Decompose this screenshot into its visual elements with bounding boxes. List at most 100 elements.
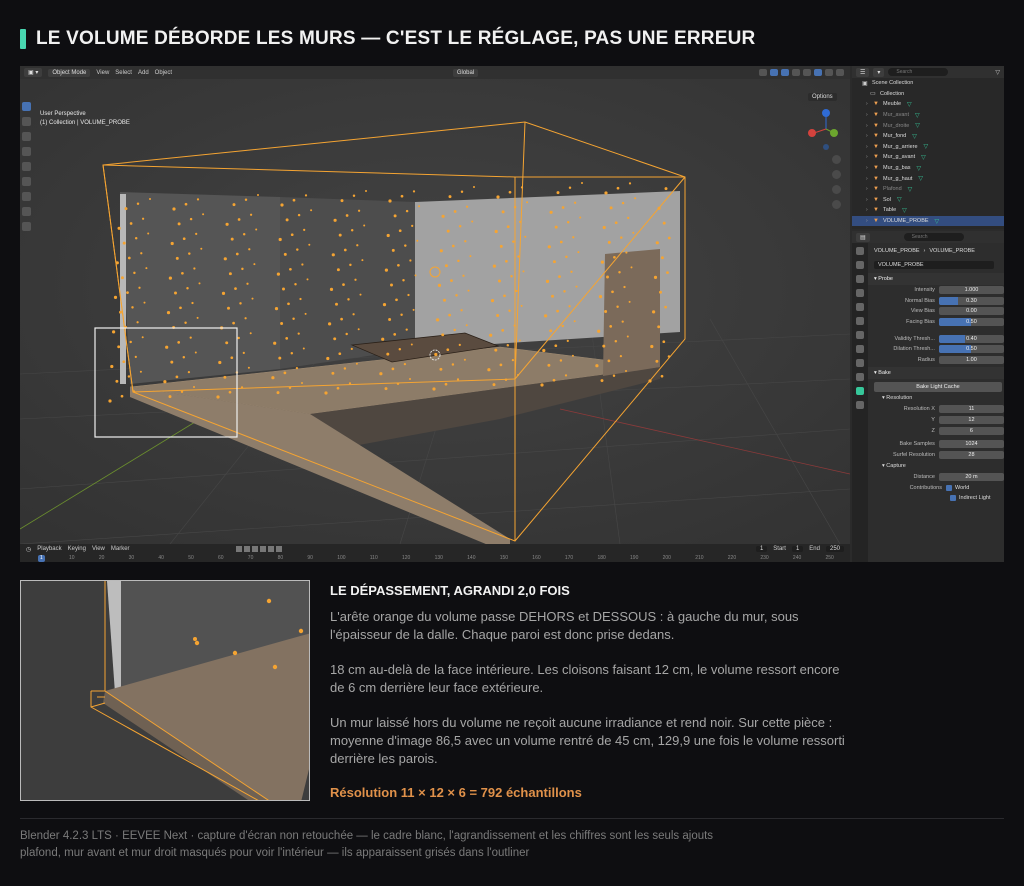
start-frame-field[interactable]: 1 [791, 546, 804, 552]
expand-arrow-icon[interactable]: › [866, 112, 873, 118]
editor-type-button[interactable]: ▣ ▾ [24, 68, 43, 77]
distance-field[interactable]: 20 m [938, 473, 1004, 482]
menu-add[interactable]: Add [138, 70, 149, 76]
display-mode-icon[interactable]: ▾ [873, 67, 885, 77]
bake-panel-header[interactable]: ▾ Bake [868, 367, 1004, 380]
scene-tab-icon[interactable] [856, 303, 864, 311]
pan-hand-icon[interactable] [832, 170, 841, 179]
visibility-icon[interactable] [759, 69, 768, 76]
tool-tab-icon[interactable] [856, 247, 864, 255]
expand-arrow-icon[interactable]: › [866, 218, 873, 224]
resolution-value-field[interactable]: 12 [938, 416, 1004, 425]
timeline-ruler[interactable]: 1 10 20 30 40 50 60 70 80 90 100 110 120 130 140 150 160… [20, 555, 850, 562]
3d-viewport[interactable]: User Perspective (1) Collection | VOLUME… [20, 79, 850, 544]
zoom-icon[interactable] [832, 155, 841, 164]
resolution-subpanel-header[interactable]: ▾ Resolution [868, 392, 1004, 404]
outliner-item-mur-g-bas[interactable]: › ▼ Mur_g_bas ▽ [852, 163, 1004, 174]
probe-value-field[interactable]: 0.50 [938, 318, 1004, 327]
next-key-icon[interactable] [267, 546, 274, 552]
options-button[interactable]: Options [808, 93, 837, 101]
collection-row[interactable]: ▭ Collection [852, 89, 1004, 100]
probe-data-tab-icon[interactable] [856, 387, 864, 395]
outliner-item-mur-droite[interactable]: › ▼ Mur_droite ▽ [852, 120, 1004, 131]
view-layer-tab-icon[interactable] [856, 289, 864, 297]
menu-timeline-view[interactable]: View [92, 546, 105, 552]
capture-subpanel-header[interactable]: ▾ Capture [868, 460, 1004, 472]
jump-start-icon[interactable] [235, 546, 242, 552]
material-shading-icon[interactable] [825, 69, 834, 76]
gizmo-toggle-icon[interactable] [770, 69, 779, 76]
outliner-item-mur-g-arriere[interactable]: › ▼ Mur_g_arriere ▽ [852, 142, 1004, 153]
expand-arrow-icon[interactable]: › [866, 133, 873, 139]
physics-tab-icon[interactable] [856, 359, 864, 367]
probe-value-field[interactable]: 0.40 [938, 334, 1004, 343]
move-tool-icon[interactable] [21, 132, 31, 141]
probe-value-field[interactable]: 1.000 [938, 286, 1004, 295]
outliner-item-mur-fond[interactable]: › ▼ Mur_fond ▽ [852, 131, 1004, 142]
solid-shading-icon[interactable] [814, 69, 823, 76]
outliner-editor-icon[interactable]: ☰ [856, 67, 870, 77]
expand-arrow-icon[interactable]: › [866, 123, 873, 129]
resolution-value-field[interactable]: 1024 [938, 440, 1004, 449]
grid-icon[interactable] [832, 200, 841, 209]
resolution-value-field[interactable]: 6 [938, 426, 1004, 435]
timeline-editor-icon[interactable]: ◷ [26, 546, 31, 553]
properties-search-input[interactable]: Search [903, 233, 964, 241]
overlay-toggle-icon[interactable] [781, 69, 790, 76]
probe-value-field[interactable]: 1.00 [938, 355, 1004, 364]
rendered-shading-icon[interactable] [836, 69, 845, 76]
world-tab-icon[interactable] [856, 317, 864, 325]
menu-playback[interactable]: Playback [37, 546, 61, 552]
menu-object[interactable]: Object [155, 70, 172, 76]
play-reverse-icon[interactable] [251, 546, 258, 552]
xray-icon[interactable] [792, 69, 801, 76]
menu-marker[interactable]: Marker [111, 546, 130, 552]
current-frame-field[interactable]: 1 [755, 546, 768, 552]
play-icon[interactable] [259, 546, 266, 552]
object-crumb[interactable]: VOLUME_PROBE [874, 248, 920, 254]
object-tab-icon[interactable] [856, 345, 864, 353]
add-cube-tool-icon[interactable] [21, 222, 31, 231]
menu-view[interactable]: View [96, 70, 109, 76]
scale-tool-icon[interactable] [21, 162, 31, 171]
scene-collection-row[interactable]: ▣ Scene Collection [852, 78, 1004, 89]
probe-value-field[interactable]: 0.00 [938, 307, 1004, 316]
bake-light-cache-button[interactable]: Bake Light Cache [874, 382, 1002, 393]
collection-tab-icon[interactable] [856, 331, 864, 339]
outliner-item-table[interactable]: › ▼ Table ▽ [852, 205, 1004, 216]
expand-arrow-icon[interactable]: › [866, 165, 873, 171]
expand-arrow-icon[interactable]: › [866, 186, 873, 192]
world-checkbox[interactable] [946, 485, 952, 492]
outliner-item-plafond[interactable]: › ▼ Plafond ▽ [852, 184, 1004, 195]
mode-dropdown[interactable]: Object Mode [48, 68, 91, 77]
outliner-item-sol[interactable]: › ▼ Sol ▽ [852, 195, 1004, 206]
cursor-tool-icon[interactable] [21, 117, 31, 126]
menu-select[interactable]: Select [115, 70, 132, 76]
output-tab-icon[interactable] [856, 275, 864, 283]
camera-icon[interactable] [832, 185, 841, 194]
outliner-item-meuble[interactable]: › ▼ Meuble ▽ [852, 99, 1004, 110]
probe-value-field[interactable]: 0.30 [938, 296, 1004, 305]
probe-value-field[interactable]: 0.50 [938, 345, 1004, 354]
expand-arrow-icon[interactable]: › [866, 197, 873, 203]
resolution-value-field[interactable]: 28 [938, 450, 1004, 459]
measure-tool-icon[interactable] [21, 207, 31, 216]
outliner-search-input[interactable]: Search [888, 68, 949, 76]
properties-editor-icon[interactable]: ▤ [856, 232, 870, 242]
annotate-tool-icon[interactable] [21, 192, 31, 201]
data-crumb[interactable]: VOLUME_PROBE [929, 248, 975, 254]
transform-tool-icon[interactable] [21, 177, 31, 186]
probe-panel-header[interactable]: ▾ Probe [868, 273, 1004, 285]
expand-arrow-icon[interactable]: › [866, 176, 873, 182]
expand-arrow-icon[interactable]: › [866, 154, 873, 160]
expand-arrow-icon[interactable]: › [866, 101, 873, 107]
outliner-item-volume-probe[interactable]: › ▼ VOLUME_PROBE ▽ [852, 215, 1004, 227]
resolution-value-field[interactable]: 11 [938, 405, 1004, 414]
filter-icon[interactable]: ▽ [995, 69, 1000, 76]
texture-tab-icon[interactable] [856, 401, 864, 409]
expand-arrow-icon[interactable]: › [866, 207, 873, 213]
rotate-tool-icon[interactable] [21, 147, 31, 156]
jump-end-icon[interactable] [275, 546, 282, 552]
navigation-gizmo-icon[interactable] [806, 107, 846, 151]
render-tab-icon[interactable] [856, 261, 864, 269]
